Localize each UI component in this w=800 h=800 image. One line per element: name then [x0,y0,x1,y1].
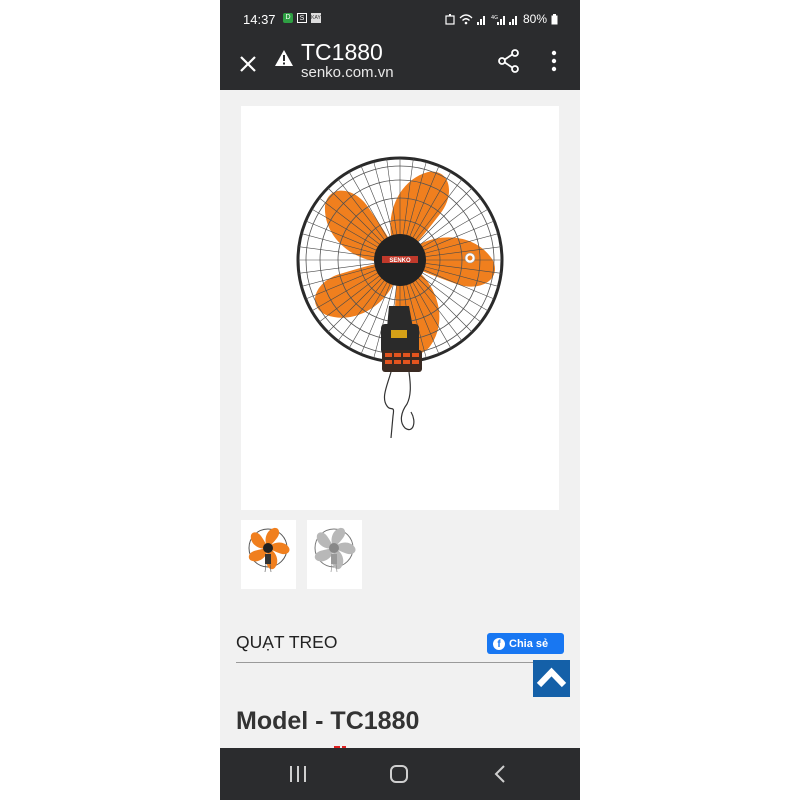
wifi-icon [459,14,473,25]
phone-screen: 14:37 D S KAY 4G 80% TC1880 senko.com.vn [220,0,580,800]
system-navigation-bar [220,748,580,800]
product-model-title: Model - TC1880 [236,707,420,735]
warning-icon[interactable] [274,49,294,67]
category-heading: QUẠT TREO [236,632,338,652]
signal-2-icon [508,15,517,25]
notification-d-icon: D [283,13,293,23]
close-button[interactable] [234,50,262,78]
close-icon [240,56,256,72]
share-label: Chia sẻ [509,637,549,650]
fan-brand-logo: SENKO [389,258,411,264]
back-icon[interactable] [488,762,512,786]
status-right-group: 4G 80% [445,12,558,26]
4g-signal-icon: 4G [491,15,505,25]
scroll-to-top-button[interactable] [533,660,570,697]
orange-fan-thumbnail-image [247,527,291,573]
facebook-icon: f [493,637,505,650]
more-options-icon[interactable] [544,48,564,74]
grey-fan-thumbnail-image [313,527,357,573]
wall-fan-image: SENKO [296,156,504,439]
recent-apps-icon[interactable] [286,762,310,786]
battery-percent: 80% [522,12,547,26]
alarm-icon [445,14,455,25]
product-main-image[interactable]: SENKO [241,106,559,510]
thumbnail-orange-fan[interactable] [241,520,296,589]
signal-icon [476,15,485,25]
home-icon[interactable] [387,762,411,786]
notification-kay-icon: KAY [311,13,321,23]
page-title: TC1880 [301,39,383,65]
page-url[interactable]: senko.com.vn [301,64,394,81]
page-content: SENKO QUẠT TREO f Chia sẻ Model - TC1880 [220,90,580,752]
share-icon[interactable] [496,48,522,74]
heading-divider [236,662,536,663]
facebook-share-button[interactable]: f Chia sẻ [487,633,564,654]
browser-toolbar: TC1880 senko.com.vn [220,38,580,90]
thumbnail-grey-fan[interactable] [307,520,362,589]
status-time: 14:37 [243,12,276,27]
status-bar: 14:37 D S KAY 4G 80% [220,0,580,38]
notification-s-icon: S [297,13,307,23]
svg-text:4G: 4G [491,15,498,21]
battery-icon [551,13,558,24]
chevron-up-icon [536,667,567,688]
